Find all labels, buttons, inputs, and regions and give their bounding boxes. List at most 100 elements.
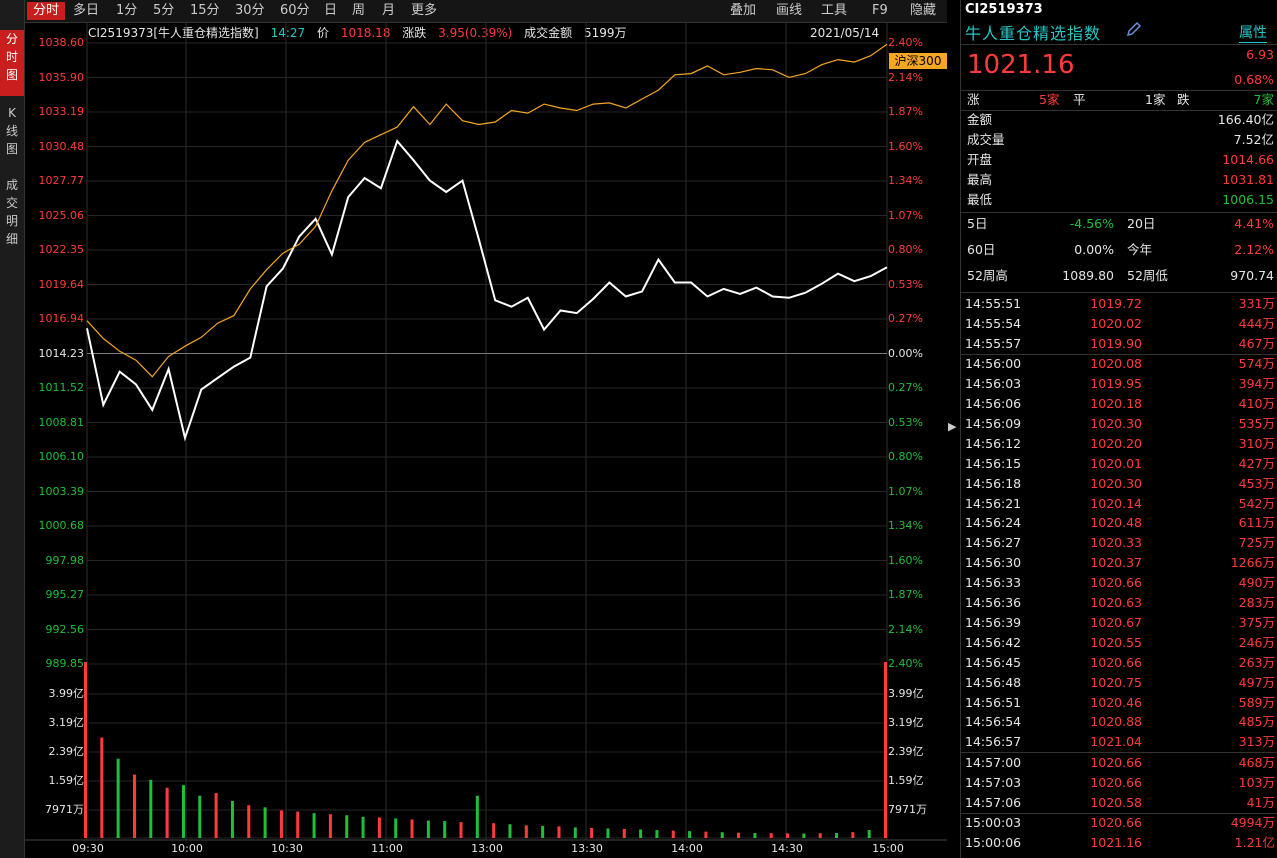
tick-row[interactable]: 14:56:54 1020.88 485万: [961, 712, 1277, 732]
flat-label: 平: [1073, 92, 1086, 107]
tick-row[interactable]: 14:56:57 1021.04 313万: [961, 732, 1277, 754]
tick-row[interactable]: 14:56:09 1020.30 535万: [961, 414, 1277, 434]
tick-row[interactable]: 14:56:27 1020.33 725万: [961, 533, 1277, 553]
tick-price: 1019.90: [1090, 335, 1142, 351]
tick-row[interactable]: 14:55:57 1019.90 467万: [961, 334, 1277, 355]
perf-label: 52周高: [967, 268, 1008, 283]
tick-volume: 1266万: [1230, 555, 1275, 571]
volume-bar: [492, 823, 496, 838]
tick-price: 1019.72: [1090, 296, 1142, 311]
tab-trade-detail[interactable]: 成交明细: [0, 176, 24, 256]
tick-time: 14:56:12: [965, 435, 1022, 451]
stat-label: 最高: [967, 172, 993, 187]
tick-row[interactable]: 14:55:54 1020.02 444万: [961, 314, 1277, 334]
tick-volume: 468万: [1238, 755, 1275, 771]
tick-row[interactable]: 14:56:24 1020.48 611万: [961, 513, 1277, 533]
tick-time: 14:57:00: [965, 755, 1022, 771]
time-tick-label: 09:30: [72, 842, 104, 855]
chart-grid: [25, 22, 947, 841]
tick-row[interactable]: 14:56:51 1020.46 589万: [961, 693, 1277, 713]
price-tick-label: 1038.60: [38, 36, 85, 49]
stat-value: 1006.15: [1222, 192, 1274, 207]
price-tick-label: 1003.39: [38, 484, 85, 498]
price-tick-label: 997.98: [45, 553, 85, 567]
volume-bar: [296, 811, 300, 838]
intraday-chart[interactable]: [25, 0, 947, 858]
tab-kline[interactable]: K线图: [0, 104, 24, 164]
volume-bar: [655, 830, 659, 838]
tick-row[interactable]: 14:56:12 1020.20 310万: [961, 434, 1277, 454]
tick-row[interactable]: 14:56:00 1020.08 574万: [961, 354, 1277, 374]
expand-arrow-icon[interactable]: ▶: [948, 420, 956, 433]
tick-row[interactable]: 14:55:51 1019.72 331万: [961, 294, 1277, 314]
perf-value: -4.56%: [1069, 216, 1114, 231]
edit-icon[interactable]: [1125, 20, 1143, 41]
volume-bar: [84, 662, 87, 838]
tick-row[interactable]: 14:56:18 1020.30 453万: [961, 474, 1277, 494]
stat-label: 成交量: [967, 132, 1005, 147]
tick-price: 1020.30: [1090, 415, 1142, 431]
tick-price: 1021.16: [1090, 834, 1142, 850]
tick-row[interactable]: 14:56:36 1020.63 283万: [961, 593, 1277, 613]
volume-bar: [443, 821, 447, 838]
volume-bar: [247, 805, 251, 838]
percent-tick-label: 0.80%: [888, 450, 923, 463]
tick-price: 1020.75: [1090, 674, 1142, 690]
tick-row[interactable]: 14:56:39 1020.67 375万: [961, 613, 1277, 633]
tick-price: 1020.37: [1090, 555, 1142, 571]
tick-row[interactable]: 15:00:06 1021.16 1.21亿: [961, 833, 1277, 853]
time-tick-label: 14:30: [771, 842, 803, 855]
tick-row[interactable]: 14:56:21 1020.14 542万: [961, 494, 1277, 514]
up-count: 5家: [1039, 92, 1060, 107]
price-tick-label: 989.85: [45, 657, 85, 670]
percent-tick-label: 0.27%: [888, 312, 923, 325]
percent-tick-label: 0.27%: [888, 381, 923, 394]
tick-row[interactable]: 14:56:42 1020.55 246万: [961, 633, 1277, 653]
tick-row[interactable]: 14:57:03 1020.66 103万: [961, 773, 1277, 793]
percent-tick-label: 1.07%: [888, 484, 923, 498]
tick-row[interactable]: 14:57:06 1020.58 41万: [961, 793, 1277, 814]
price-tick-label: 1000.68: [38, 519, 85, 532]
price-tick-label: 1019.64: [38, 277, 85, 291]
volume-bar: [557, 826, 561, 838]
price-tick-label: 1025.06: [38, 208, 85, 222]
volume-bar: [753, 832, 757, 838]
volume-bar: [720, 832, 724, 838]
tick-price: 1019.95: [1090, 376, 1142, 392]
tick-price: 1021.04: [1090, 734, 1142, 750]
volume-bar: [100, 737, 104, 838]
panel-price: 1021.16: [967, 50, 1075, 80]
percent-tick-label: 1.60%: [888, 139, 923, 153]
tick-volume: 310万: [1238, 435, 1275, 451]
tick-row[interactable]: 14:56:03 1019.95 394万: [961, 374, 1277, 394]
time-tick-label: 10:30: [271, 842, 303, 855]
hs300-legend-tag: 沪深300: [889, 53, 947, 69]
tick-row[interactable]: 14:56:48 1020.75 497万: [961, 673, 1277, 693]
volume-tick-label: 7971万: [45, 803, 84, 816]
price-tick-label: 992.56: [45, 622, 85, 636]
tick-price: 1020.66: [1090, 575, 1142, 591]
tick-time: 14:56:36: [965, 595, 1022, 610]
volume-bar: [181, 785, 185, 838]
tick-row[interactable]: 14:56:06 1020.18 410万: [961, 394, 1277, 414]
tick-row[interactable]: 15:00:03 1020.66 4994万: [961, 813, 1277, 833]
panel-change: 6.93: [1246, 47, 1274, 62]
volume-bar: [165, 787, 169, 838]
tick-row[interactable]: 14:56:45 1020.66 263万: [961, 653, 1277, 673]
attributes-tab[interactable]: 属性: [1239, 22, 1267, 43]
percent-tick-label: 1.07%: [888, 208, 923, 222]
tick-row[interactable]: 14:56:15 1020.01 427万: [961, 454, 1277, 474]
tick-time: 14:56:33: [965, 575, 1022, 591]
tick-volume: 589万: [1238, 694, 1275, 710]
stat-value: 1031.81: [1222, 172, 1274, 187]
tick-row[interactable]: 14:57:00 1020.66 468万: [961, 753, 1277, 773]
tick-volume: 4994万: [1230, 814, 1275, 830]
tick-time: 14:56:54: [965, 714, 1022, 730]
volume-bar: [149, 779, 153, 838]
tick-time: 14:56:30: [965, 555, 1022, 571]
tick-row[interactable]: 14:56:30 1020.37 1266万: [961, 553, 1277, 573]
tab-intraday[interactable]: 分时图: [0, 30, 24, 96]
tick-price: 1020.55: [1090, 634, 1142, 650]
tick-row[interactable]: 14:56:33 1020.66 490万: [961, 573, 1277, 593]
down-count: 7家: [1253, 92, 1274, 107]
